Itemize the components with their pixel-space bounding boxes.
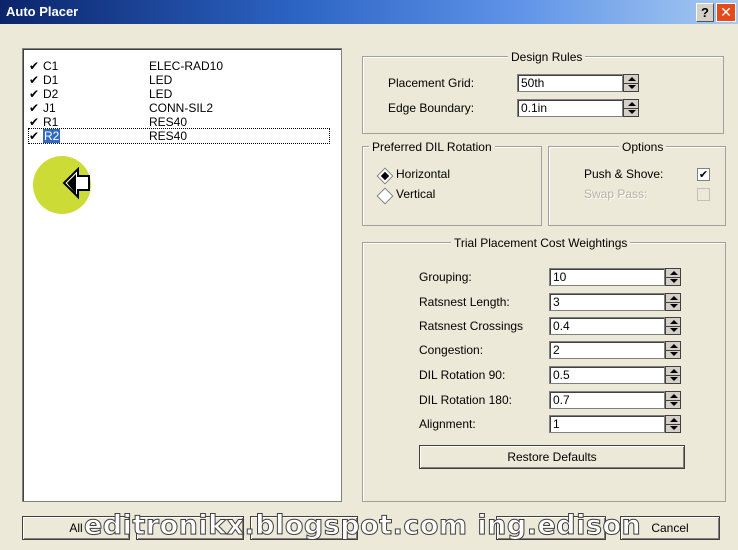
- restore-defaults-button[interactable]: Restore Defaults: [419, 445, 685, 469]
- footprint: LED: [149, 87, 173, 101]
- dil-rotation-90-spinner[interactable]: [665, 366, 681, 384]
- check-icon[interactable]: ✔: [29, 59, 41, 73]
- designator: D2: [43, 87, 59, 101]
- cost-weightings-title: Trial Placement Cost Weightings: [451, 236, 631, 250]
- ratsnest-length-input[interactable]: 3: [549, 293, 665, 311]
- mouse-pointer-icon: [62, 166, 90, 200]
- check-icon[interactable]: ✔: [29, 129, 41, 143]
- component-list[interactable]: ✔ C1 ELEC-RAD10 ✔ D1 LED ✔ D2 LED ✔ J1 C…: [22, 48, 342, 502]
- placement-grid-spinner[interactable]: [623, 74, 639, 92]
- help-button[interactable]: ?: [696, 3, 714, 22]
- ratsnest-length-spinner[interactable]: [665, 293, 681, 311]
- dil-rotation-title: Preferred DIL Rotation: [369, 140, 495, 154]
- title-bar: Auto Placer ? ✕: [0, 0, 738, 24]
- dil-rotation-90-input[interactable]: 0.5: [549, 366, 665, 384]
- footprint: LED: [149, 73, 173, 87]
- window-title: Auto Placer: [6, 4, 79, 19]
- congestion-input[interactable]: 2: [549, 341, 665, 359]
- footprint: RES40: [149, 115, 188, 129]
- footprint: CONN-SIL2: [149, 101, 214, 115]
- designator: J1: [43, 101, 56, 115]
- check-icon[interactable]: ✔: [29, 87, 41, 101]
- push-shove-label: Push & Shove:: [584, 167, 664, 181]
- dil-rotation-180-input[interactable]: 0.7: [549, 391, 665, 409]
- designator: R1: [43, 115, 59, 129]
- list-item[interactable]: ✔ D1 LED: [29, 73, 329, 87]
- dil-rotation-180-spinner[interactable]: [665, 391, 681, 409]
- placement-grid-input[interactable]: 50th: [517, 74, 623, 92]
- designator: R2: [43, 129, 61, 143]
- watermark-text: editronikx.blogspot.com ing.edison: [83, 510, 642, 542]
- horizontal-label[interactable]: Horizontal: [396, 167, 450, 181]
- designator: C1: [43, 59, 59, 73]
- swap-pass-label: Swap Pass:: [584, 187, 648, 201]
- alignment-spinner[interactable]: [665, 415, 681, 433]
- footprint: RES40: [149, 129, 188, 143]
- dil-rotation-90-label: DIL Rotation 90:: [419, 368, 506, 382]
- edge-boundary-label: Edge Boundary:: [388, 101, 475, 115]
- edge-boundary-input[interactable]: 0.1in: [517, 99, 623, 117]
- design-rules-title: Design Rules: [508, 50, 586, 64]
- dil-rotation-group: Preferred DIL Rotation Horizontal Vertic…: [362, 140, 542, 226]
- push-shove-checkbox[interactable]: ✔: [697, 168, 710, 181]
- congestion-label: Congestion:: [419, 343, 484, 357]
- list-item[interactable]: ✔ C1 ELEC-RAD10: [29, 59, 329, 73]
- vertical-label[interactable]: Vertical: [396, 187, 435, 201]
- design-rules-group: Design Rules Placement Grid: 50th Edge B…: [362, 50, 724, 134]
- check-icon[interactable]: ✔: [29, 101, 41, 115]
- list-item[interactable]: ✔ D2 LED: [29, 87, 329, 101]
- ratsnest-length-label: Ratsnest Length:: [419, 295, 510, 309]
- grouping-input[interactable]: 10: [549, 268, 665, 286]
- close-button[interactable]: ✕: [716, 3, 736, 22]
- options-group: Options Push & Shove: ✔ Swap Pass:: [548, 140, 726, 226]
- swap-pass-checkbox: [697, 188, 710, 201]
- options-title: Options: [619, 140, 667, 154]
- vertical-radio[interactable]: [376, 187, 394, 205]
- edge-boundary-spinner[interactable]: [623, 99, 639, 117]
- alignment-input[interactable]: 1: [549, 415, 665, 433]
- check-icon[interactable]: ✔: [29, 115, 41, 129]
- list-item[interactable]: ✔ J1 CONN-SIL2: [29, 101, 329, 115]
- designator: D1: [43, 73, 59, 87]
- grouping-spinner[interactable]: [665, 268, 681, 286]
- ratsnest-crossings-label: Ratsnest Crossings: [419, 319, 524, 333]
- alignment-label: Alignment:: [419, 417, 476, 431]
- dil-rotation-180-label: DIL Rotation 180:: [419, 393, 512, 407]
- cost-weightings-group: Trial Placement Cost Weightings Grouping…: [362, 236, 726, 502]
- horizontal-radio[interactable]: [376, 167, 394, 185]
- grouping-label: Grouping:: [419, 270, 472, 284]
- placement-grid-label: Placement Grid:: [388, 76, 475, 90]
- footprint: ELEC-RAD10: [149, 59, 224, 73]
- congestion-spinner[interactable]: [665, 341, 681, 359]
- ratsnest-crossings-spinner[interactable]: [665, 317, 681, 335]
- check-icon[interactable]: ✔: [29, 73, 41, 87]
- ratsnest-crossings-input[interactable]: 0.4: [549, 317, 665, 335]
- list-item-selected[interactable]: ✔ R2 RES40: [28, 128, 330, 144]
- list-item[interactable]: ✔ R1 RES40: [29, 115, 329, 129]
